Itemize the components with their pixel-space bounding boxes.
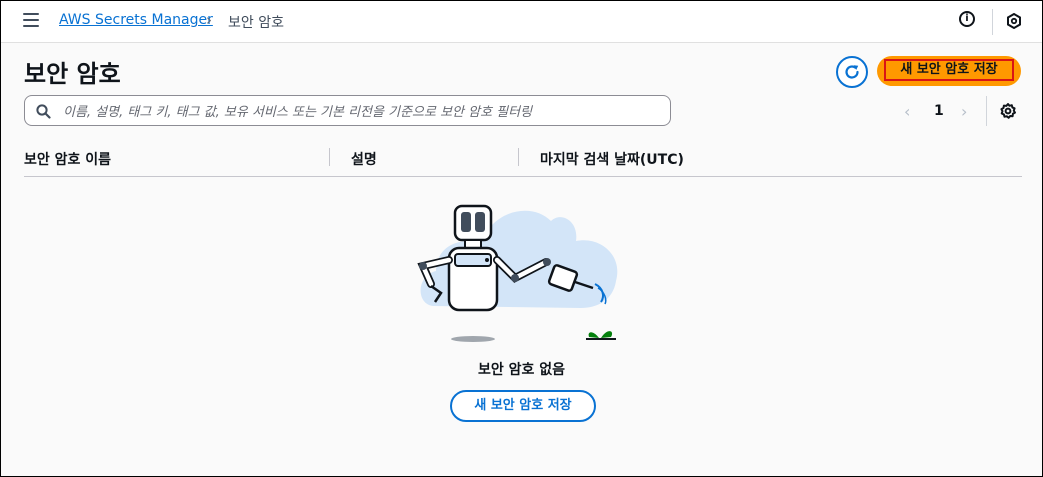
column-resizer[interactable] [518,148,519,166]
create-secret-button-label: 새 보안 암호 저장 [884,59,1014,81]
hamburger-menu-icon[interactable] [23,13,39,27]
empty-state-robot-illustration [417,204,618,342]
page-title: 보안 암호 [24,60,121,88]
empty-state-create-button[interactable]: 새 보안 암호 저장 [450,390,596,422]
refresh-button[interactable] [836,56,868,88]
search-icon [36,104,51,119]
empty-state-message: 보안 암호 없음 [477,362,566,378]
column-header-description[interactable]: 설명 [351,149,377,169]
chevron-right-icon: › [206,11,212,29]
chevron-left-icon[interactable]: ‹ [904,102,910,121]
create-secret-button[interactable]: 새 보안 암호 저장 [877,56,1021,86]
column-header-last-retrieved[interactable]: 마지막 검색 날짜(UTC) [540,149,684,169]
breadcrumb-current: 보안 암호 [228,15,284,31]
breadcrumb-service-link[interactable]: AWS Secrets Manager [59,12,213,28]
divider [992,9,993,35]
settings-gear-icon[interactable] [999,102,1017,120]
search-field[interactable] [24,95,671,126]
info-icon[interactable]: i [959,11,975,27]
column-header-name[interactable]: 보안 암호 이름 [24,149,111,169]
column-resizer[interactable] [329,148,330,166]
search-input[interactable] [61,101,665,123]
divider [986,96,987,126]
chevron-right-page-icon[interactable]: › [961,102,967,121]
table-header-divider [24,176,1022,177]
cloudshell-icon[interactable] [1006,13,1022,29]
refresh-icon [845,65,859,79]
top-navigation: AWS Secrets Manager › 보안 암호 i [1,1,1042,43]
app-frame: AWS Secrets Manager › 보안 암호 i 보안 암호 새 보안… [0,0,1043,477]
page-number[interactable]: 1 [934,103,944,119]
